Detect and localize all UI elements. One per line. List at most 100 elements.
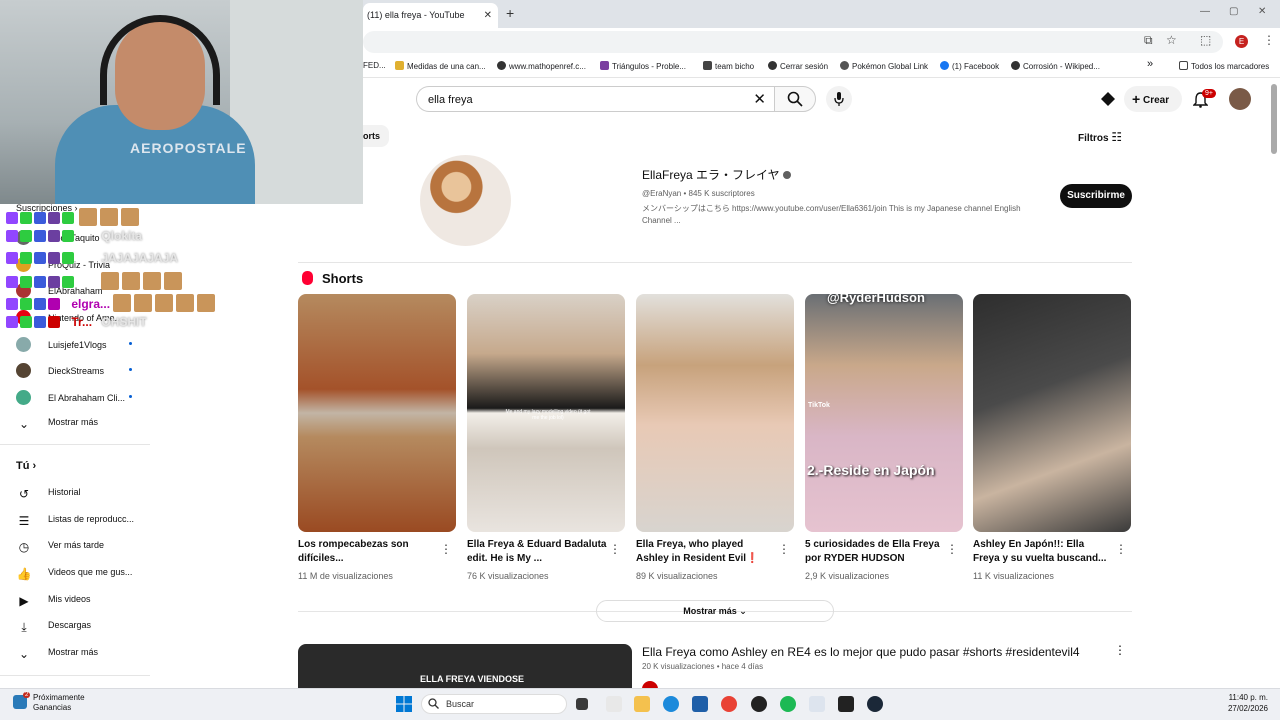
sidebar-item-playlists[interactable]: ☰ Listas de reproducc...	[16, 514, 134, 528]
sidebar-item-history[interactable]: ↺ Historial	[16, 487, 81, 501]
short-thumbnail[interactable]	[636, 294, 794, 532]
cat-emote-icon	[121, 208, 140, 226]
tab-close-icon[interactable]: ✕	[484, 3, 492, 28]
video-thumbnail[interactable]: ELLA FREYA VIENDOSE	[298, 644, 632, 688]
sidebar-channel[interactable]: Luisjefe1Vlogs	[16, 337, 107, 352]
bookmark-item[interactable]: Corrosión - Wikiped...	[1011, 61, 1100, 71]
account-avatar[interactable]	[1229, 88, 1251, 110]
bookmark-item[interactable]: Cerrar sesión	[768, 61, 828, 71]
sidebar-show-more[interactable]: ⌄ Mostrar más	[16, 417, 98, 431]
filters-button[interactable]: Filtros ☷	[1078, 130, 1122, 144]
short-thumbnail[interactable]: Me and my lazy modelling video (it got m…	[467, 294, 625, 532]
more-actions-icon[interactable]: ⋮	[609, 542, 621, 556]
short-overlay-text: 2.-Reside en Japón	[807, 462, 935, 478]
bookmarks-overflow-icon[interactable]: »	[1147, 58, 1153, 70]
voice-search-button[interactable]	[826, 86, 852, 112]
search-button[interactable]	[774, 86, 816, 112]
short-views: 11 M de visualizaciones	[298, 571, 393, 581]
app-icon[interactable]	[751, 696, 767, 712]
app-icon[interactable]	[606, 696, 622, 712]
close-window-icon[interactable]: ✕	[1258, 6, 1266, 17]
chat-username[interactable]: elgra...	[71, 297, 110, 311]
sidebar-item-downloads[interactable]: ⤓ Descargas	[16, 620, 91, 634]
divider	[0, 444, 150, 445]
video-title[interactable]: Ella Freya como Ashley en RE4 es lo mejo…	[642, 645, 1080, 659]
short-thumbnail[interactable]	[298, 294, 456, 532]
more-actions-icon[interactable]: ⋮	[778, 542, 790, 556]
install-icon[interactable]: ⧉	[1144, 33, 1153, 48]
bookmark-item[interactable]: (1) Facebook	[940, 61, 999, 71]
show-more-button[interactable]: Mostrar más ⌄	[596, 600, 834, 622]
chat-text: OHSHIT	[101, 315, 147, 329]
maximize-icon[interactable]: ▢	[1229, 6, 1238, 17]
chat-message	[6, 208, 142, 226]
search-input[interactable]: ella freya	[428, 94, 473, 106]
minimize-icon[interactable]: —	[1200, 6, 1210, 17]
history-icon: ↺	[18, 487, 30, 501]
bookmark-star-icon[interactable]: ☆	[1166, 33, 1177, 47]
file-explorer-icon[interactable]	[634, 696, 650, 712]
store-icon[interactable]	[692, 696, 708, 712]
task-view-icon[interactable]	[576, 698, 588, 710]
sidebar-item-liked-videos[interactable]: 👍 Videos que me gus...	[16, 567, 133, 581]
scrollbar[interactable]	[1271, 84, 1277, 154]
app-icon[interactable]	[809, 696, 825, 712]
clear-search-icon[interactable]: ✕	[753, 90, 766, 108]
extensions-icon[interactable]: ⬚	[1200, 33, 1211, 47]
all-bookmarks-folder[interactable]: Todos los marcadores	[1179, 61, 1269, 71]
menu-dots-icon[interactable]: ⋮	[1263, 33, 1275, 47]
channel-avatar[interactable]	[420, 155, 511, 246]
you-header[interactable]: Tú ›	[16, 460, 36, 472]
bookmark-item[interactable]: Triángulos - Proble...	[600, 61, 686, 71]
bookmark-item[interactable]: FED...	[363, 61, 386, 70]
address-bar[interactable]	[363, 31, 1223, 53]
taskbar-search[interactable]: Buscar	[421, 694, 567, 714]
short-title[interactable]: Los rompecabezas son difíciles...	[298, 538, 438, 566]
thumbnail-text: ELLA FREYA VIENDOSE	[420, 674, 525, 684]
more-actions-icon[interactable]: ⋮	[1115, 542, 1127, 556]
bookmark-item[interactable]: team bicho	[703, 61, 754, 71]
browser-tab[interactable]: (11) ella freya - YouTube ✕	[363, 3, 498, 28]
taskbar-clock[interactable]: 11:40 p. m. 27/02/2026	[1228, 692, 1268, 714]
short-title[interactable]: Ella Freya & Eduard Badaluta edit. He is…	[467, 538, 607, 566]
steam-icon[interactable]	[867, 696, 883, 712]
more-actions-icon[interactable]: ⋮	[1114, 643, 1126, 657]
spotify-icon[interactable]	[780, 696, 796, 712]
short-views: 76 K visualizaciones	[467, 571, 549, 581]
edge-icon[interactable]	[663, 696, 679, 712]
sub-badge-icon	[62, 252, 74, 264]
channel-name[interactable]: EllaFreya エラ・フレイヤ	[642, 166, 792, 183]
more-actions-icon[interactable]: ⋮	[946, 542, 958, 556]
chat-username[interactable]: Tr...	[71, 315, 92, 329]
profile-avatar[interactable]: E	[1235, 35, 1248, 48]
cast-icon[interactable]	[1100, 91, 1116, 107]
sub-badge-icon	[62, 230, 74, 242]
weather-widget[interactable]: Próximamente Ganancias	[33, 693, 85, 713]
sidebar-channel[interactable]: El Abrahaham Cli...	[16, 390, 125, 405]
chrome-icon[interactable]	[721, 696, 737, 712]
sidebar-item-watch-later[interactable]: ◷ Ver más tarde	[16, 540, 104, 554]
short-title[interactable]: 5 curiosidades de Ella Freya por RYDER H…	[805, 538, 945, 566]
shorts-filter-chip[interactable]: orts	[363, 125, 389, 147]
sidebar-item-your-videos[interactable]: ▶ Mis videos	[16, 594, 90, 608]
bookmark-item[interactable]: Pokémon Global Link	[840, 61, 928, 71]
sidebar-show-more[interactable]: ⌄ Mostrar más	[16, 647, 98, 661]
short-title[interactable]: Ashley En Japón!!: Ella Freya y su vuelt…	[973, 538, 1113, 566]
chat-text: JAJAJAJAJA	[101, 251, 179, 265]
bookmark-item[interactable]: www.mathopenref.c...	[497, 61, 586, 71]
more-actions-icon[interactable]: ⋮	[440, 542, 452, 556]
create-button[interactable]: + Crear	[1124, 86, 1182, 112]
sidebar-channel[interactable]: DieckStreams	[16, 363, 104, 378]
bookmark-item[interactable]: Medidas de una can...	[395, 61, 486, 71]
short-title[interactable]: Ella Freya, who played Ashley in Residen…	[636, 538, 776, 566]
subscribe-button[interactable]: Suscribirme	[1060, 184, 1132, 208]
short-thumbnail[interactable]	[973, 294, 1131, 532]
new-tab-button[interactable]: +	[506, 5, 514, 21]
search-box[interactable]: ella freya ✕	[416, 86, 774, 112]
vip-badge-icon	[48, 230, 60, 242]
channel-description[interactable]: メンバーシップはこちら https://www.youtube.com/user…	[642, 203, 1042, 227]
app-icon[interactable]	[838, 696, 854, 712]
windows-start-icon[interactable]	[396, 696, 412, 712]
cat-emote-icon	[113, 294, 132, 312]
short-thumbnail[interactable]: @RyderHudson TikTok 2.-Reside en Japón	[805, 294, 963, 532]
